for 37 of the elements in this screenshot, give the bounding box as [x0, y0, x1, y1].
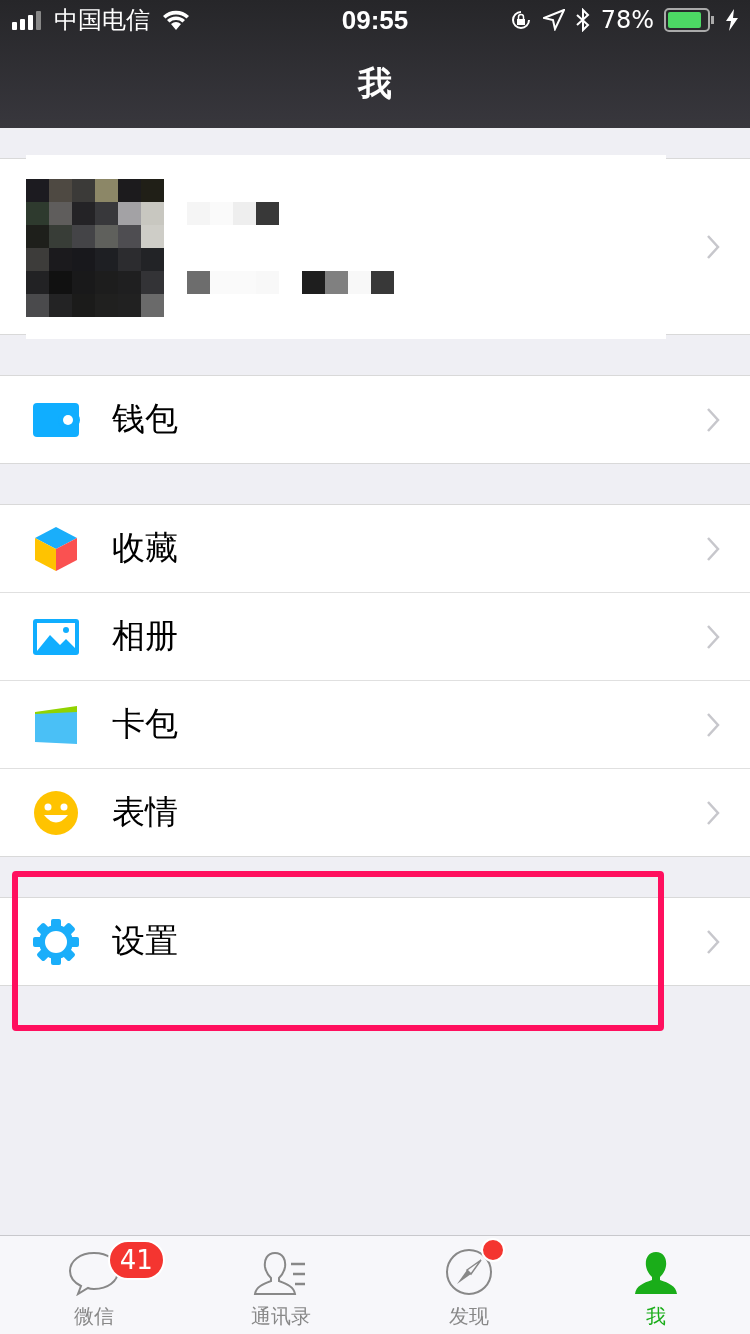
settings-icon [32, 917, 80, 966]
chevron-icon [706, 799, 720, 826]
chevron-icon [706, 233, 720, 260]
menu-label: 收藏 [112, 527, 179, 569]
menu-item[interactable]: 设置 [0, 898, 750, 985]
unread-count: 41 [107, 1240, 165, 1280]
menu-item[interactable]: 收藏 [0, 505, 750, 592]
bluetooth-icon [574, 8, 591, 32]
cube-icon [32, 524, 80, 573]
menu-item[interactable]: 表情 [0, 769, 750, 856]
battery-percent: 78% [600, 6, 654, 34]
menu-item[interactable]: 相册 [0, 593, 750, 680]
signal-icon [12, 10, 42, 30]
chevron-icon [706, 928, 720, 955]
menu-item[interactable]: 卡包 [0, 681, 750, 768]
page-title: 我 [358, 62, 392, 105]
menu-label: 卡包 [112, 703, 179, 745]
clock-time: 09:55 [340, 4, 410, 36]
chevron-icon [706, 711, 720, 738]
smiley-icon [32, 789, 80, 836]
carrier-name: 中国电信 [54, 5, 150, 36]
location-icon [542, 9, 565, 31]
menu-label: 设置 [112, 920, 179, 962]
compass-icon [444, 1248, 493, 1296]
menu-label: 相册 [112, 615, 179, 657]
card-icon [32, 703, 80, 746]
menu-label: 表情 [112, 791, 179, 833]
wifi-icon [162, 10, 190, 30]
chevron-icon [706, 623, 720, 650]
chevron-icon [706, 535, 720, 562]
battery-icon [664, 8, 716, 32]
tab[interactable]: 41 微信 [0, 1236, 188, 1334]
charging-icon [726, 9, 738, 31]
menu-item[interactable]: 钱包 [0, 376, 750, 463]
menu-label: 钱包 [112, 398, 179, 440]
chevron-icon [706, 406, 720, 433]
image-icon [32, 616, 80, 657]
